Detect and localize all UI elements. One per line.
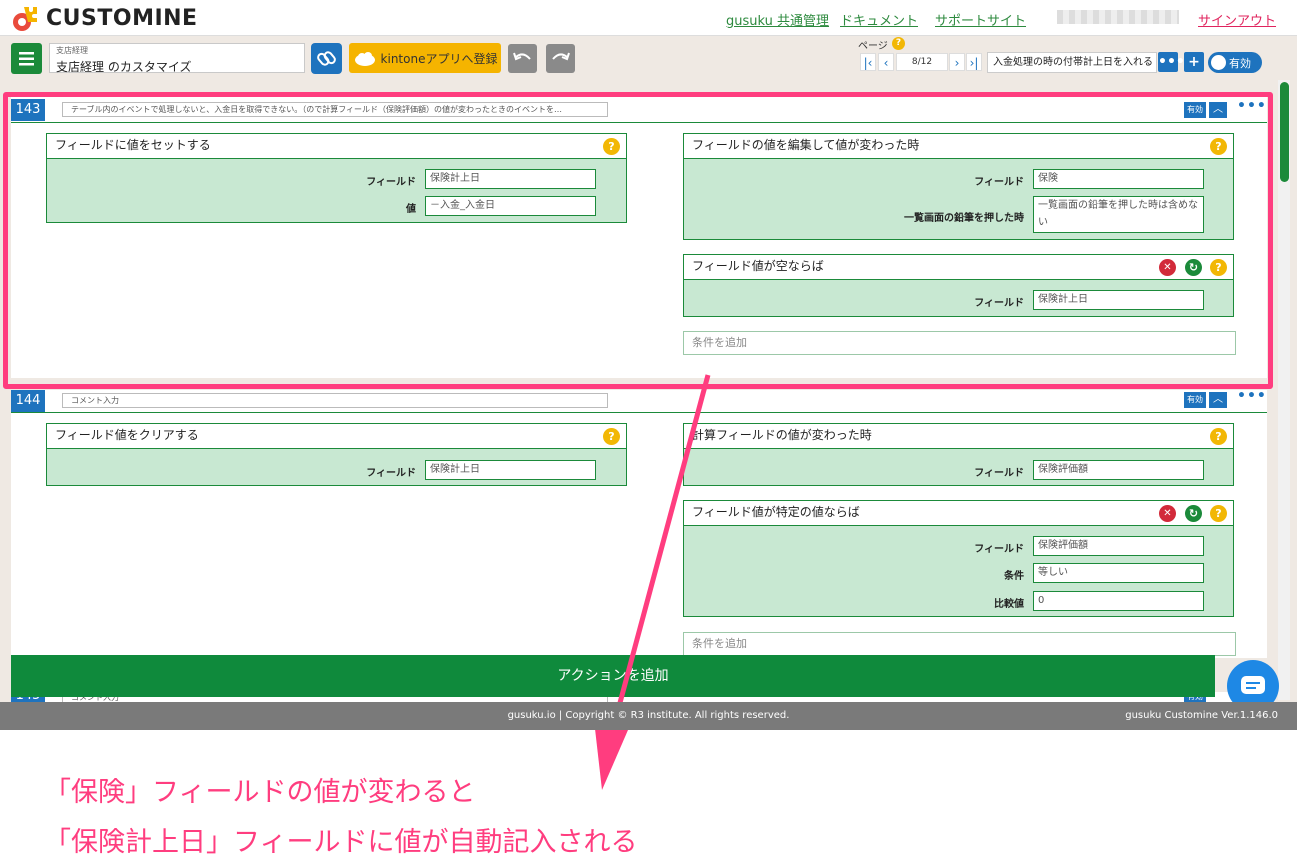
condition-title: フィールド値が特定の値ならば [684, 501, 1233, 526]
app-sub-label: 支店経理 [56, 46, 88, 55]
toggle-label: 有効 [1229, 57, 1251, 70]
gusuku-admin-link[interactable]: gusuku 共通管理 [726, 10, 829, 29]
add-condition-button[interactable]: 条件を追加 [683, 632, 1236, 656]
cloud-icon [354, 52, 375, 66]
caption-line-1: 「保険」フィールドの値が変わると [44, 777, 476, 808]
rule-select[interactable]: 入金処理の時の付帯計上日を入れる [987, 52, 1157, 73]
rule-comment-input[interactable]: コメント入力 [62, 393, 608, 408]
kintone-register-label: kintoneアプリへ登録 [380, 51, 498, 66]
action-title: フィールド値をクリアする [47, 424, 626, 449]
rule-menu-icon[interactable]: ••• [1237, 388, 1267, 404]
collapse-icon[interactable]: ︿ [1209, 392, 1227, 408]
scrollbar-thumb[interactable] [1280, 82, 1289, 182]
toggle-knob [1211, 55, 1226, 70]
compare-value-label: 比較値 [994, 599, 1024, 610]
link-button[interactable] [311, 43, 342, 74]
puzzle-logo-icon [13, 7, 37, 31]
remove-condition-icon[interactable]: ✕ [1159, 505, 1176, 522]
prev-page-icon[interactable]: ‹ [878, 53, 894, 71]
logo-text: CUSTOMINE [46, 5, 198, 31]
caption-line-2: 「保険計上日」フィールドに値が自動記入される [44, 827, 638, 858]
annotation-arrow [594, 374, 711, 790]
username-blurred [1057, 10, 1179, 24]
app-name-box[interactable]: 支店経理 支店経理 のカスタマイズ [49, 43, 305, 74]
kintone-register-button[interactable]: kintoneアプリへ登録 [349, 43, 501, 73]
page-label: ページ [858, 41, 888, 52]
link-icon [317, 51, 336, 66]
trigger-title: 計算フィールドの値が変わった時 [684, 424, 1233, 449]
logo[interactable]: CUSTOMINE [10, 2, 198, 34]
next-page-icon[interactable]: › [949, 53, 965, 71]
page-number[interactable]: 8/12 [896, 53, 948, 71]
support-site-link[interactable]: サポートサイト [935, 10, 1026, 29]
documents-link[interactable]: ドキュメント [840, 10, 918, 29]
highlight-frame [3, 92, 1273, 389]
rule-number: 144 [11, 390, 45, 412]
field-select[interactable]: 保険評価額 [1033, 536, 1204, 556]
first-page-icon[interactable]: |‹ [860, 53, 876, 71]
help-icon[interactable]: ? [892, 37, 905, 50]
signout-link[interactable]: サインアウト [1198, 10, 1276, 29]
help-icon[interactable]: ? [1210, 428, 1227, 445]
refresh-icon[interactable]: ↻ [1185, 505, 1202, 522]
menu-button[interactable] [11, 43, 42, 74]
menu-icon [19, 52, 34, 66]
last-page-icon[interactable]: ›| [966, 53, 982, 71]
help-icon[interactable]: ? [1210, 505, 1227, 522]
redo-button[interactable] [546, 44, 575, 73]
operator-select[interactable]: 等しい [1033, 563, 1204, 583]
app-name: 支店経理 のカスタマイズ [56, 60, 192, 74]
footer: gusuku.io | Copyright © R3 institute. Al… [0, 702, 1297, 730]
redo-icon [552, 52, 570, 61]
copyright-text: gusuku.io | Copyright © R3 institute. Al… [507, 710, 790, 721]
top-header: CUSTOMINE gusuku 共通管理 ドキュメント サポートサイト サイン… [0, 0, 1297, 36]
field-label: フィールド [974, 468, 1024, 479]
plus-icon[interactable]: + [1184, 52, 1204, 72]
field-label: フィールド [366, 468, 416, 479]
enabled-badge[interactable]: 有効 [1184, 392, 1206, 408]
enable-toggle[interactable]: 有効 [1208, 52, 1262, 73]
undo-icon [513, 52, 531, 61]
undo-button[interactable] [508, 44, 537, 73]
more-icon[interactable]: ••• [1158, 52, 1185, 72]
field-select[interactable]: 保険評価額 [1033, 460, 1204, 480]
compare-value-input[interactable]: 0 [1033, 591, 1204, 611]
field-label: フィールド [974, 544, 1024, 555]
operator-label: 条件 [1004, 571, 1024, 582]
field-select[interactable]: 保険計上日 [425, 460, 596, 480]
version-text: gusuku Customine Ver.1.146.0 [1125, 710, 1278, 721]
